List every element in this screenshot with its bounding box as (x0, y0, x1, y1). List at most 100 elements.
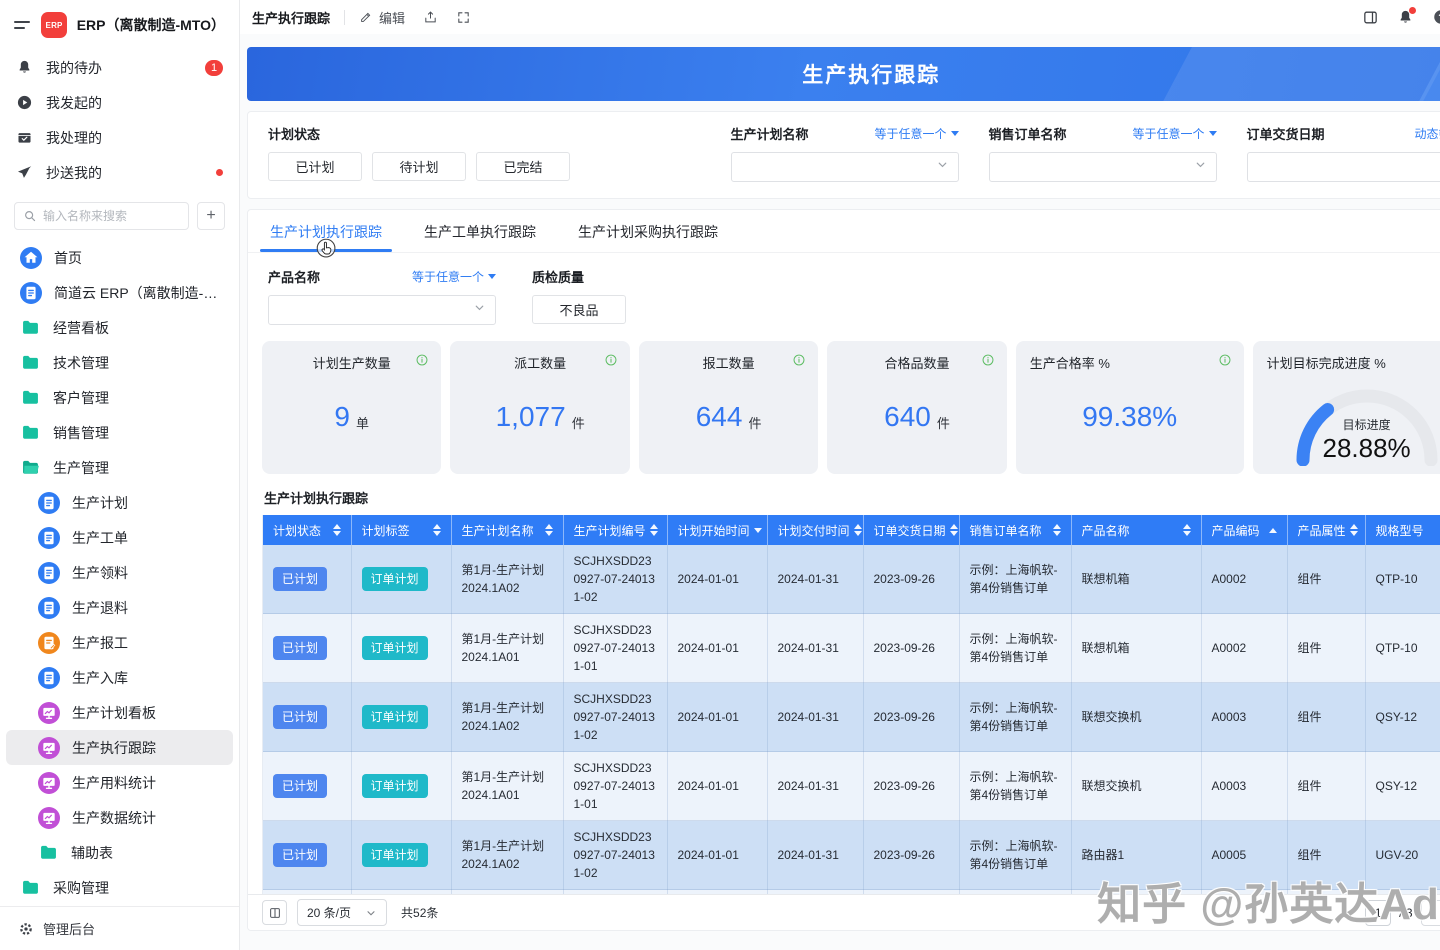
sidebar-item-biz-board[interactable]: 经营看板 (6, 310, 233, 345)
cell-product: 联想交换机 (1071, 683, 1201, 752)
column-header-status[interactable]: 计划状态 (263, 515, 351, 545)
column-header-order[interactable]: 销售订单名称 (959, 515, 1071, 545)
table-row[interactable]: 已计划订单计划第1月-生产计划 2024.1A02SCJHXSDD230927-… (263, 683, 1440, 752)
quick-item-my-todos[interactable]: 我的待办1 (0, 50, 239, 85)
tab-workorder-tracking[interactable]: 生产工单执行跟踪 (422, 210, 538, 252)
admin-console-item[interactable]: 管理后台 (0, 906, 239, 950)
product-name-operator[interactable]: 等于任意一个 (412, 268, 496, 285)
column-header-name[interactable]: 生产计划名称 (451, 515, 563, 545)
share-button[interactable] (423, 10, 438, 25)
search-input[interactable] (43, 209, 180, 223)
tab-purchase-tracking[interactable]: 生产计划采购执行跟踪 (576, 210, 720, 252)
cell-product: 联想机箱 (1071, 614, 1201, 683)
column-header-start[interactable]: 计划开始时间 (667, 515, 767, 545)
plan-name-operator[interactable]: 等于任意一个 (874, 125, 958, 142)
order-name-select[interactable] (989, 152, 1217, 182)
plan-status-option-closed[interactable]: 已完结 (476, 152, 570, 181)
sidebar-item-production-workorder[interactable]: 生产工单 (6, 520, 233, 555)
page-size-select[interactable]: 20 条/页 (297, 899, 387, 926)
sidebar-item-sales-mgmt[interactable]: 销售管理 (6, 415, 233, 450)
cell-start: 2024-01-01 (667, 752, 767, 821)
column-header-product[interactable]: 产品名称 (1071, 515, 1201, 545)
sidebar-item-aux-tables[interactable]: 辅助表 (6, 835, 233, 870)
menu-toggle-icon[interactable] (14, 18, 31, 32)
quick-item-label: 我处理的 (46, 128, 223, 148)
table-row[interactable]: 已计划订单计划第1月-生产计划 2024.1A02SCJHXSDD230927-… (263, 821, 1440, 890)
column-header-delivery[interactable]: 订单交货日期 (863, 515, 959, 545)
column-header-pcode[interactable]: 产品编码 (1201, 515, 1287, 545)
gear-icon (18, 921, 34, 937)
chevron-down-icon (365, 907, 377, 919)
product-name-select[interactable] (268, 295, 496, 325)
edit-button[interactable]: 编辑 (359, 8, 405, 27)
sidebar-item-production-mgmt[interactable]: 生产管理 (6, 450, 233, 485)
table-header-row: 计划状态计划标签生产计划名称生产计划编号计划开始时间计划交付时间订单交货日期销售… (263, 515, 1440, 545)
doc-icon (38, 562, 60, 584)
panel-toggle-icon[interactable] (1362, 9, 1379, 26)
table-scroll-wrap[interactable]: 计划状态计划标签生产计划名称生产计划编号计划开始时间计划交付时间订单交货日期销售… (262, 515, 1440, 894)
tag-badge: 订单计划 (362, 567, 428, 591)
plan-status-option-pending[interactable]: 待计划 (372, 152, 466, 181)
sidebar-item-production-picking[interactable]: 生产领料 (6, 555, 233, 590)
column-header-due[interactable]: 计划交付时间 (767, 515, 863, 545)
sidebar-item-production-report[interactable]: 生产报工 (6, 625, 233, 660)
column-header-attr[interactable]: 产品属性 (1287, 515, 1365, 545)
quick-item-my-initiated[interactable]: 我发起的 (0, 85, 239, 120)
sidebar-item-purchase-mgmt[interactable]: 采购管理 (6, 870, 233, 905)
notification-dot (1409, 7, 1416, 14)
sidebar-item-jdy-erp-doc[interactable]: 简道云 ERP（离散制造-MTO）... (6, 275, 233, 310)
sidebar-item-tech-mgmt[interactable]: 技术管理 (6, 345, 233, 380)
fullscreen-button[interactable] (456, 10, 471, 25)
delivery-date-operator[interactable]: 动态筛选 (1414, 125, 1440, 142)
sidebar-item-production-inbound[interactable]: 生产入库 (6, 660, 233, 695)
order-name-operator[interactable]: 等于任意一个 (1132, 125, 1216, 142)
column-settings-button[interactable] (262, 900, 287, 925)
add-app-button[interactable]: + (197, 202, 225, 230)
sidebar-item-production-plan[interactable]: 生产计划 (6, 485, 233, 520)
sort-desc-icon (1183, 531, 1191, 536)
sidebar-item-execution-tracking[interactable]: 生产执行跟踪 (6, 730, 233, 765)
sidebar-item-home[interactable]: 首页 (6, 240, 233, 275)
stat-value-wrap: 99.38% (1030, 372, 1230, 462)
info-icon[interactable] (415, 353, 429, 372)
current-page[interactable]: 1 (1365, 900, 1391, 926)
cell-status: 已计划 (263, 614, 351, 683)
sidebar-nav: 首页简道云 ERP（离散制造-MTO）...经营看板技术管理客户管理销售管理生产… (0, 236, 239, 906)
notifications-bell-icon[interactable] (1397, 9, 1414, 26)
table-row[interactable]: 已计划订单计划第1月-生产计划 2024.1A01SCJHXSDD230927-… (263, 614, 1440, 683)
plan-name-select[interactable] (731, 152, 959, 182)
sort-icon (1350, 524, 1358, 536)
plan-status-option-planned[interactable]: 已计划 (268, 152, 362, 181)
edit-label: 编辑 (379, 8, 405, 27)
sidebar-search-row: + (0, 192, 239, 236)
info-icon[interactable] (792, 353, 806, 372)
cell-start: 2024-01-01 (667, 683, 767, 752)
sidebar-item-customer-mgmt[interactable]: 客户管理 (6, 380, 233, 415)
stat-card-5: 计划目标完成进度 %目标进度28.88% (1253, 341, 1440, 474)
help-icon[interactable]: ? (1432, 8, 1440, 26)
sidebar-item-production-return[interactable]: 生产退料 (6, 590, 233, 625)
prev-page-button[interactable] (1421, 900, 1440, 926)
quick-item-cc-to-me[interactable]: 抄送我的 (0, 155, 239, 190)
sidebar-item-label: 生产执行跟踪 (72, 738, 156, 758)
sidebar-item-data-stats[interactable]: 生产数据统计 (6, 800, 233, 835)
total-pages: / 3 (1399, 906, 1412, 920)
search-input-box[interactable] (14, 202, 189, 230)
sort-desc-icon (854, 531, 862, 536)
quality-label: 质检质量 (532, 267, 584, 286)
info-icon[interactable] (981, 353, 995, 372)
column-header-spec[interactable]: 规格型号 (1365, 515, 1440, 545)
delivery-date-select[interactable] (1247, 152, 1440, 182)
quick-item-my-processed[interactable]: 我处理的 (0, 120, 239, 155)
table-row[interactable]: 已计划订单计划第1月-生产计划 2024.1A02SCJHXSDD230927-… (263, 545, 1440, 614)
sidebar-item-plan-board[interactable]: 生产计划看板 (6, 695, 233, 730)
column-header-tag[interactable]: 计划标签 (351, 515, 451, 545)
info-icon[interactable] (1218, 353, 1232, 372)
quality-option-defective[interactable]: 不良品 (532, 295, 626, 324)
info-icon[interactable] (604, 353, 618, 372)
sort-desc-icon (1350, 531, 1358, 536)
stat-value: 9 (334, 401, 350, 433)
sidebar-item-material-stats[interactable]: 生产用料统计 (6, 765, 233, 800)
table-row[interactable]: 已计划订单计划第1月-生产计划 2024.1A01SCJHXSDD230927-… (263, 752, 1440, 821)
column-header-code[interactable]: 生产计划编号 (563, 515, 667, 545)
